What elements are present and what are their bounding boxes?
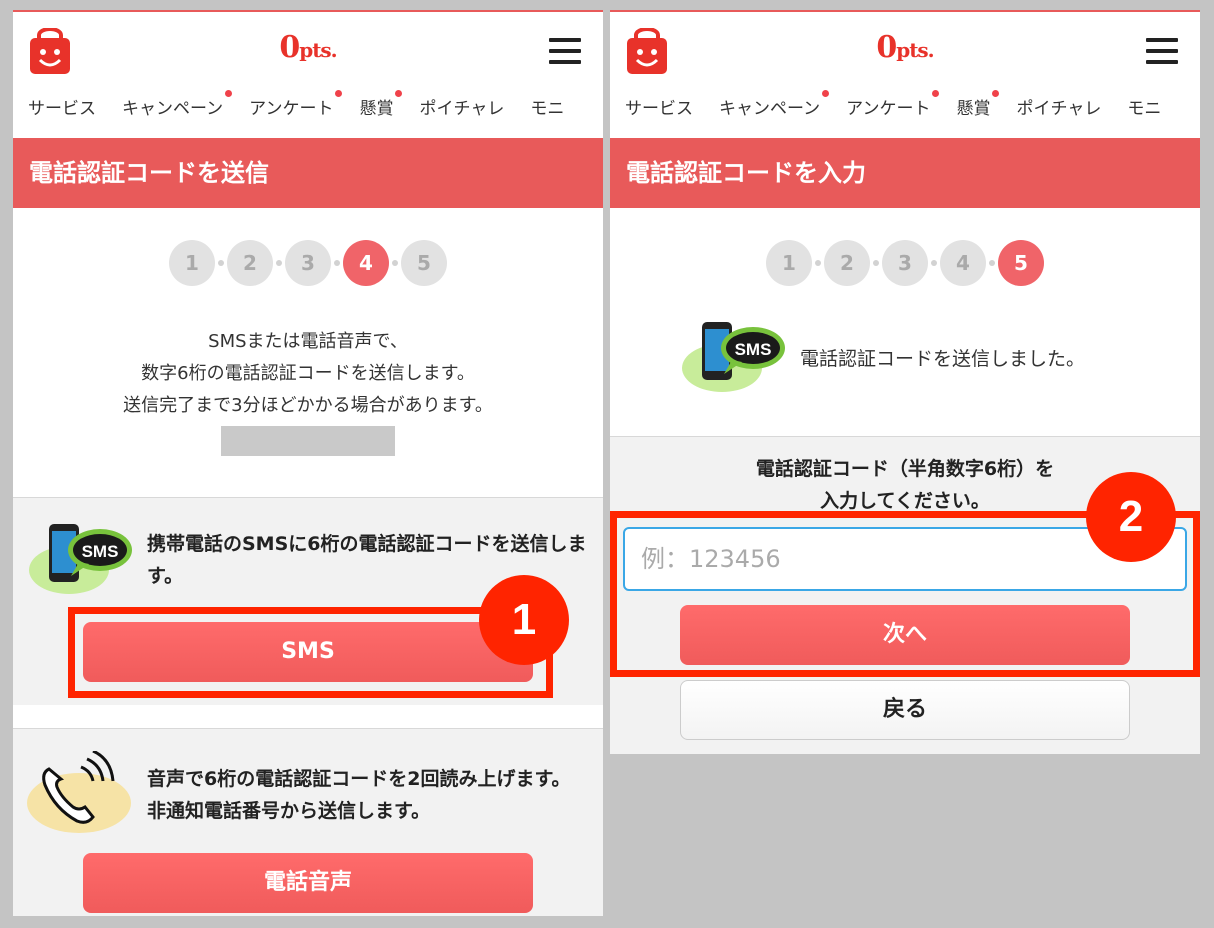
step-3: 3 (882, 240, 928, 286)
nav-item-prize[interactable]: 懸賞 (359, 90, 403, 119)
header: 0pts. サービス キャンペーン アンケート 懸賞 ポイチャレ モニ (13, 10, 603, 138)
step-badge-2: 2 (1086, 472, 1176, 562)
step-1: 1 (766, 240, 812, 286)
step-4: 4 (940, 240, 986, 286)
desc-line: SMSまたは電話音声で、 (208, 331, 408, 352)
hamburger-menu-icon[interactable] (549, 38, 581, 64)
nav-item-service[interactable]: サービス (625, 94, 693, 119)
nav-item-service[interactable]: サービス (28, 94, 96, 119)
left-screen: 0pts. サービス キャンペーン アンケート 懸賞 ポイチャレ モニ 電話認証コードを送… (13, 10, 603, 916)
header: 0pts. サービス キャンペーン アンケート 懸賞 ポイチャレ モニ (610, 10, 1200, 138)
step-3: 3 (285, 240, 331, 286)
voice-call-button[interactable]: 電話音声 (83, 853, 533, 913)
nav-item-prize[interactable]: 懸賞 (956, 90, 1000, 119)
points-unit: pts. (896, 38, 934, 62)
sent-message: 電話認証コードを送信しました。 (800, 348, 1086, 370)
send-info-card: 1 2 3 4 5 SMSまたは電話音声で、 数字6桁の電話認証コードを送信しま… (13, 208, 603, 497)
points-unit: pts. (299, 38, 337, 62)
svg-text:SMS: SMS (82, 542, 119, 561)
desc-line: 数字6桁の電話認証コードを送信します。 (141, 363, 475, 384)
hamburger-menu-icon[interactable] (1146, 38, 1178, 64)
points-number: 0 (876, 30, 897, 65)
step-indicator: 1 2 3 4 5 (610, 208, 1200, 286)
voice-option: 音声で6桁の電話認証コードを2回読み上げます。非通知電話番号から送信します。 電… (13, 728, 603, 916)
step-4-active: 4 (343, 240, 389, 286)
nav-item-monitor[interactable]: モニ (1127, 94, 1161, 119)
points-number: 0 (279, 30, 300, 65)
phone-sms-icon: SMS (27, 518, 137, 602)
points-balance: 0pts. (13, 30, 603, 65)
sent-info-card: 1 2 3 4 5 SMS 電話認証コードを送信しました。 (610, 208, 1200, 436)
step-indicator: 1 2 3 4 5 (13, 208, 603, 286)
nav-item-survey[interactable]: アンケート (249, 90, 343, 119)
right-screen: 0pts. サービス キャンペーン アンケート 懸賞 ポイチャレ モニ 電話認証コードを入… (610, 10, 1200, 754)
back-button[interactable]: 戻る (680, 680, 1130, 740)
nav-item-poichalle[interactable]: ポイチャレ (419, 94, 504, 119)
send-description: SMSまたは電話音声で、 数字6桁の電話認証コードを送信します。 送信完了まで3… (13, 326, 603, 422)
redacted-phone-number (221, 426, 395, 456)
points-balance: 0pts. (610, 30, 1200, 65)
nav-tabs: サービス キャンペーン アンケート 懸賞 ポイチャレ モニ (625, 90, 1187, 119)
page-title: 電話認証コードを入力 (610, 138, 1200, 208)
step-2: 2 (227, 240, 273, 286)
nav-tabs: サービス キャンペーン アンケート 懸賞 ポイチャレ モニ (28, 90, 590, 119)
page-title: 電話認証コードを送信 (13, 138, 603, 208)
code-entry-section: 電話認証コード（半角数字6桁）を 入力してください。 次へ 戻る 2 (610, 436, 1200, 754)
svg-text:SMS: SMS (735, 340, 772, 359)
phone-call-icon (27, 749, 137, 839)
desc-line: 送信完了まで3分ほどかかる場合があります。 (123, 395, 493, 416)
nav-item-campaign[interactable]: キャンペーン (719, 90, 830, 119)
nav-item-monitor[interactable]: モニ (530, 94, 564, 119)
nav-item-survey[interactable]: アンケート (846, 90, 940, 119)
step-5: 5 (401, 240, 447, 286)
voice-option-text: 音声で6桁の電話認証コードを2回読み上げます。非通知電話番号から送信します。 (147, 768, 571, 822)
phone-sms-icon: SMS (680, 316, 790, 400)
nav-item-campaign[interactable]: キャンペーン (122, 90, 233, 119)
nav-item-poichalle[interactable]: ポイチャレ (1016, 94, 1101, 119)
step-2: 2 (824, 240, 870, 286)
step-1: 1 (169, 240, 215, 286)
step-5-active: 5 (998, 240, 1044, 286)
sms-option: SMS 携帯電話のSMSに6桁の電話認証コードを送信します。 SMS 1 (13, 497, 603, 705)
step-badge-1: 1 (479, 575, 569, 665)
